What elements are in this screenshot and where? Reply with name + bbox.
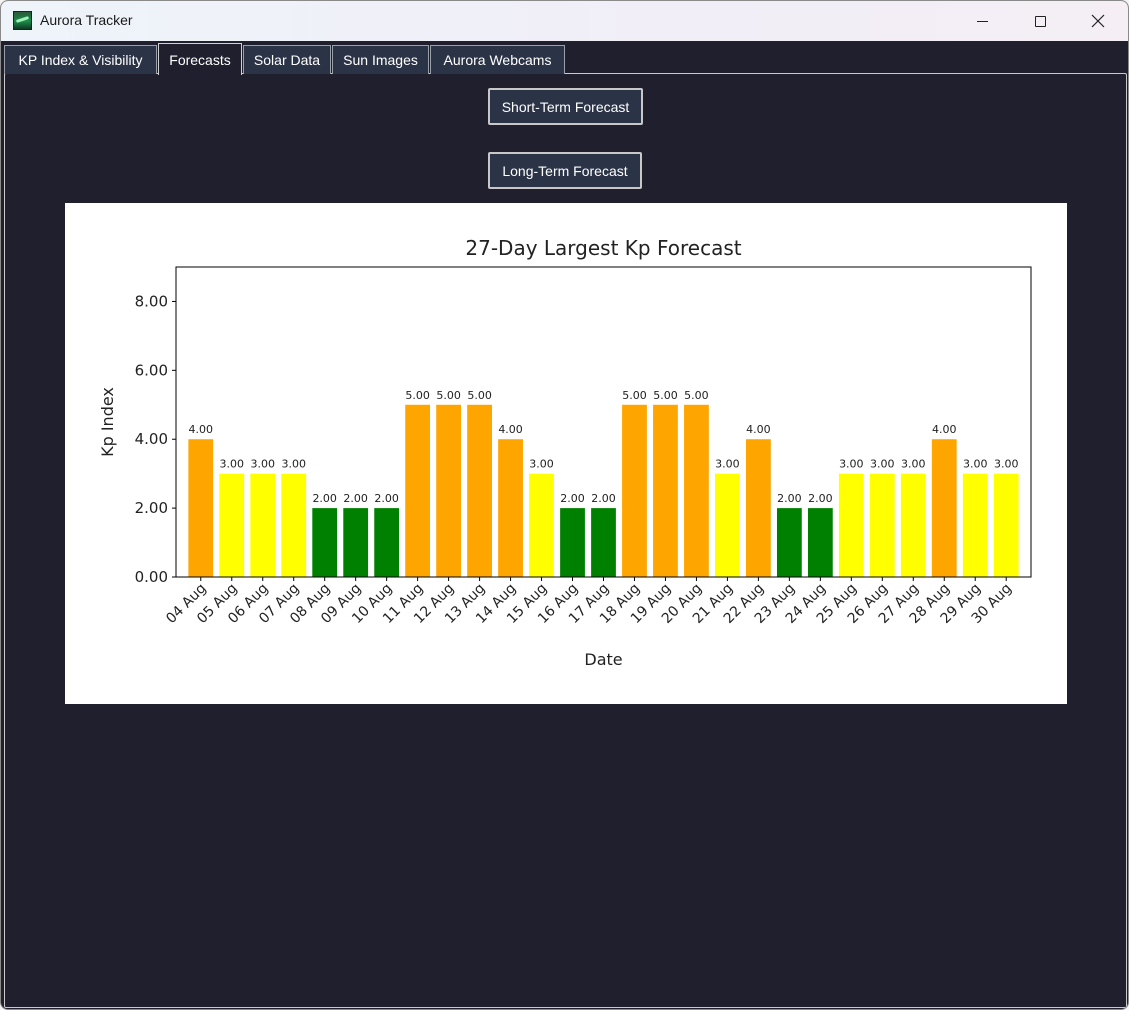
y-tick-label: 2.00: [135, 499, 168, 517]
close-icon: [1091, 14, 1105, 28]
chart-bar: [405, 404, 431, 577]
chart-data-label: 3.00: [839, 458, 864, 471]
chart-data-label: 2.00: [374, 492, 399, 505]
chart-data-label: 3.00: [715, 458, 740, 471]
chart-data-label: 2.00: [343, 492, 368, 505]
chart-bar: [343, 508, 369, 577]
chart-bar: [436, 404, 461, 577]
app-window: Aurora Tracker KP Index & Visibility For…: [0, 0, 1129, 1010]
chart-bar: [931, 439, 957, 577]
chart-data-label: 4.00: [189, 423, 214, 436]
chart-bar: [188, 439, 214, 577]
tab-forecasts[interactable]: Forecasts: [158, 43, 242, 75]
minimize-icon: [976, 20, 988, 22]
chart-data-label: 3.00: [529, 458, 554, 471]
tab-aurora-webcams[interactable]: Aurora Webcams: [430, 45, 565, 74]
chart-bar: [776, 508, 802, 577]
chart-data-label: 5.00: [653, 389, 678, 402]
chart-bar: [653, 404, 678, 577]
window-title: Aurora Tracker: [40, 12, 133, 28]
chart-bar: [312, 508, 338, 577]
chart-data-label: 3.00: [870, 458, 895, 471]
x-axis-label: Date: [584, 650, 622, 669]
tab-kp-index-visibility[interactable]: KP Index & Visibility: [4, 45, 157, 74]
chart-data-label: 5.00: [405, 389, 430, 402]
kp-forecast-chart: 27-Day Largest Kp Forecast 4.00 04 Aug 3.00…: [65, 203, 1067, 704]
chart-bar: [219, 473, 245, 577]
chart-data-label: 2.00: [312, 492, 337, 505]
long-term-forecast-button[interactable]: Long-Term Forecast: [488, 152, 642, 189]
chart-data-label: 2.00: [808, 492, 833, 505]
chart-data-label: 4.00: [498, 423, 522, 436]
chart-data-label: 5.00: [622, 389, 647, 402]
chart-bar: [591, 508, 616, 577]
y-tick-label: 6.00: [135, 361, 168, 379]
kp-forecast-chart-svg: 27-Day Largest Kp Forecast4.0004 Aug3.00…: [98, 236, 1032, 669]
chart-bar: [962, 473, 988, 577]
maximize-icon: [1034, 15, 1046, 27]
chart-data-label: 3.00: [994, 458, 1019, 471]
chart-bar: [993, 473, 1019, 577]
chart-data-label: 2.00: [560, 492, 585, 505]
y-tick-label: 0.00: [135, 568, 168, 586]
chart-data-label: 3.00: [901, 458, 926, 471]
chart-data-label: 2.00: [777, 492, 802, 505]
short-term-forecast-button[interactable]: Short-Term Forecast: [488, 88, 643, 125]
y-tick-label: 8.00: [135, 292, 168, 310]
chart-data-label: 5.00: [467, 389, 492, 402]
chart-title: 27-Day Largest Kp Forecast: [465, 236, 741, 260]
chart-data-label: 3.00: [250, 458, 275, 471]
tab-sun-images[interactable]: Sun Images: [332, 45, 429, 74]
y-axis-label: Kp Index: [98, 387, 117, 457]
chart-bar: [807, 508, 833, 577]
chart-bar: [467, 404, 492, 577]
chart-data-label: 3.00: [220, 458, 245, 471]
chart-data-label: 5.00: [436, 389, 461, 402]
y-tick-label: 4.00: [135, 430, 168, 448]
chart-bar: [684, 404, 709, 577]
chart-data-label: 3.00: [281, 458, 306, 471]
chart-bar: [529, 473, 554, 577]
chart-bar: [281, 473, 307, 577]
chart-bar: [560, 508, 585, 577]
title-bar[interactable]: Aurora Tracker: [1, 1, 1128, 41]
chart-bar: [250, 473, 276, 577]
chart-bar: [498, 439, 523, 577]
chart-data-label: 4.00: [932, 423, 957, 436]
close-button[interactable]: [1069, 1, 1127, 41]
chart-bar: [715, 473, 740, 577]
chart-data-label: 4.00: [746, 423, 771, 436]
chart-bar: [869, 473, 895, 577]
chart-bar: [838, 473, 864, 577]
chart-bar: [622, 404, 647, 577]
chart-data-label: 3.00: [963, 458, 988, 471]
chart-bar: [374, 508, 400, 577]
maximize-button[interactable]: [1011, 1, 1069, 41]
aurora-app-icon: [13, 11, 32, 30]
chart-bar: [746, 439, 771, 577]
chart-bar: [900, 473, 926, 577]
chart-data-label: 5.00: [684, 389, 709, 402]
tab-solar-data[interactable]: Solar Data: [243, 45, 331, 74]
minimize-button[interactable]: [953, 1, 1011, 41]
chart-data-label: 2.00: [591, 492, 616, 505]
